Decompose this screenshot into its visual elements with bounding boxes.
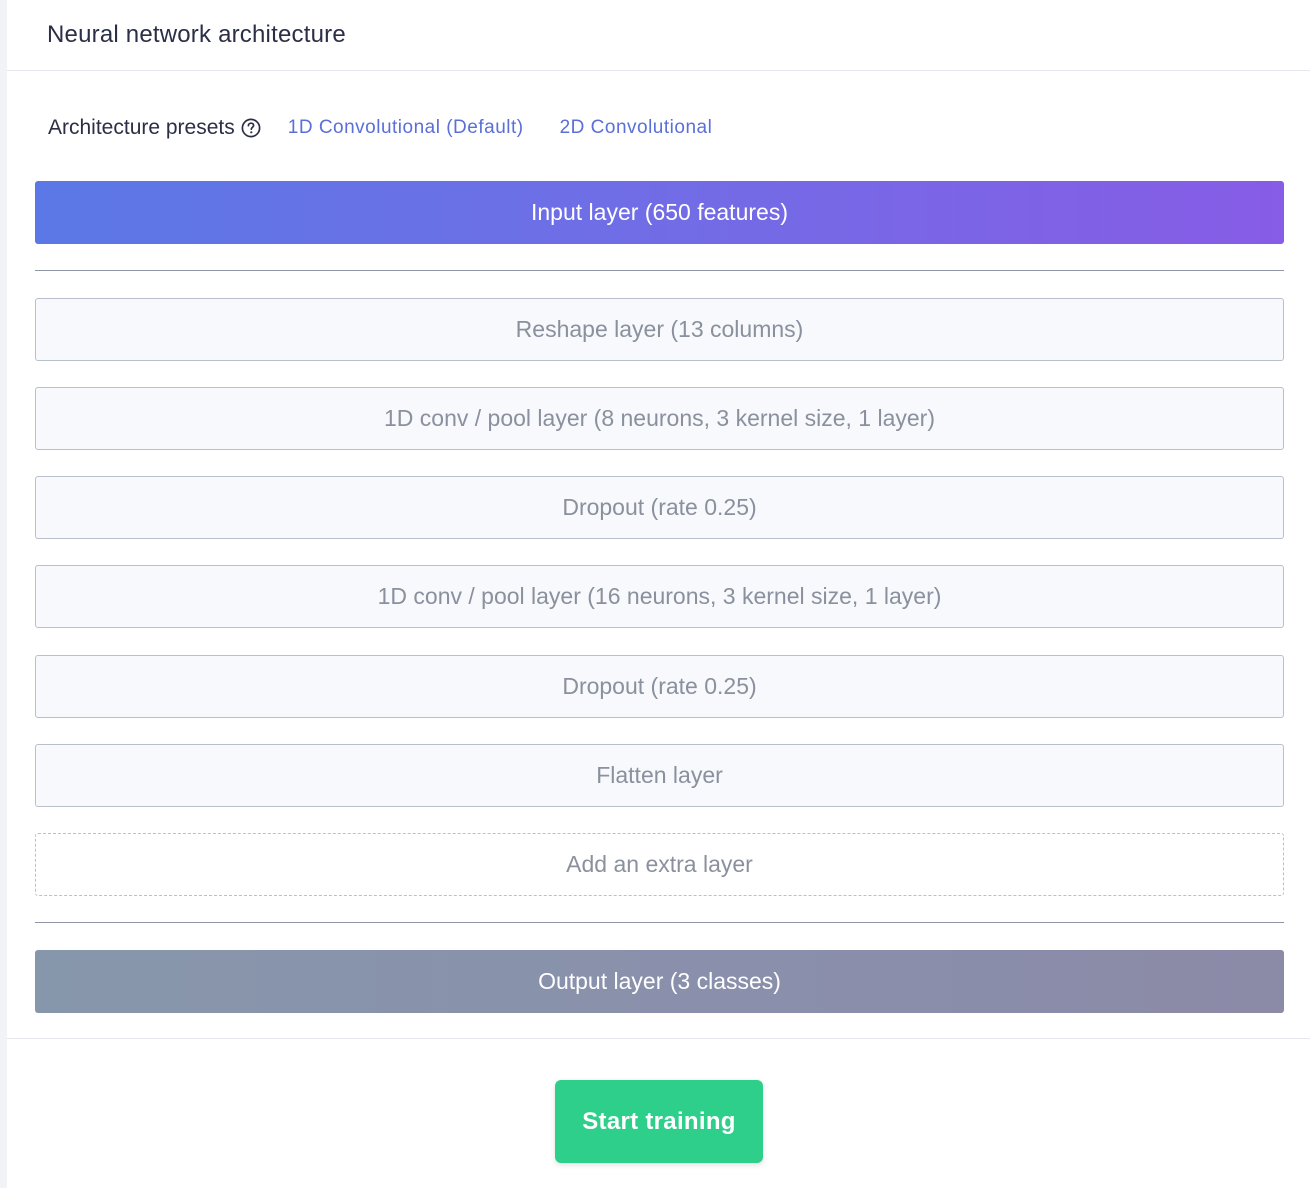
architecture-panel: Neural network architecture Architecture…: [7, 0, 1310, 1188]
question-circle-icon[interactable]: [241, 118, 261, 138]
start-training-button[interactable]: Start training: [555, 1080, 763, 1163]
dropout-layer-2[interactable]: Dropout (rate 0.25): [35, 655, 1284, 718]
input-layer[interactable]: Input layer (650 features): [35, 181, 1284, 244]
preset-2d-convolutional[interactable]: 2D Convolutional: [560, 117, 713, 139]
footer-divider: [7, 1038, 1310, 1039]
divider: [35, 270, 1284, 271]
conv-pool-layer-1[interactable]: 1D conv / pool layer (8 neurons, 3 kerne…: [35, 387, 1284, 450]
panel-header: Neural network architecture: [7, 0, 1310, 71]
dropout-layer-1[interactable]: Dropout (rate 0.25): [35, 476, 1284, 539]
add-extra-layer-button[interactable]: Add an extra layer: [35, 833, 1284, 896]
preset-1d-convolutional[interactable]: 1D Convolutional (Default): [288, 117, 524, 139]
conv-pool-layer-2[interactable]: 1D conv / pool layer (16 neurons, 3 kern…: [35, 565, 1284, 628]
presets-label: Architecture presets: [48, 116, 235, 139]
flatten-layer[interactable]: Flatten layer: [35, 744, 1284, 807]
architecture-presets: Architecture presets 1D Convolutional (D…: [48, 113, 712, 143]
output-layer[interactable]: Output layer (3 classes): [35, 950, 1284, 1013]
reshape-layer[interactable]: Reshape layer (13 columns): [35, 298, 1284, 361]
divider: [35, 922, 1284, 923]
page-title: Neural network architecture: [47, 21, 346, 48]
